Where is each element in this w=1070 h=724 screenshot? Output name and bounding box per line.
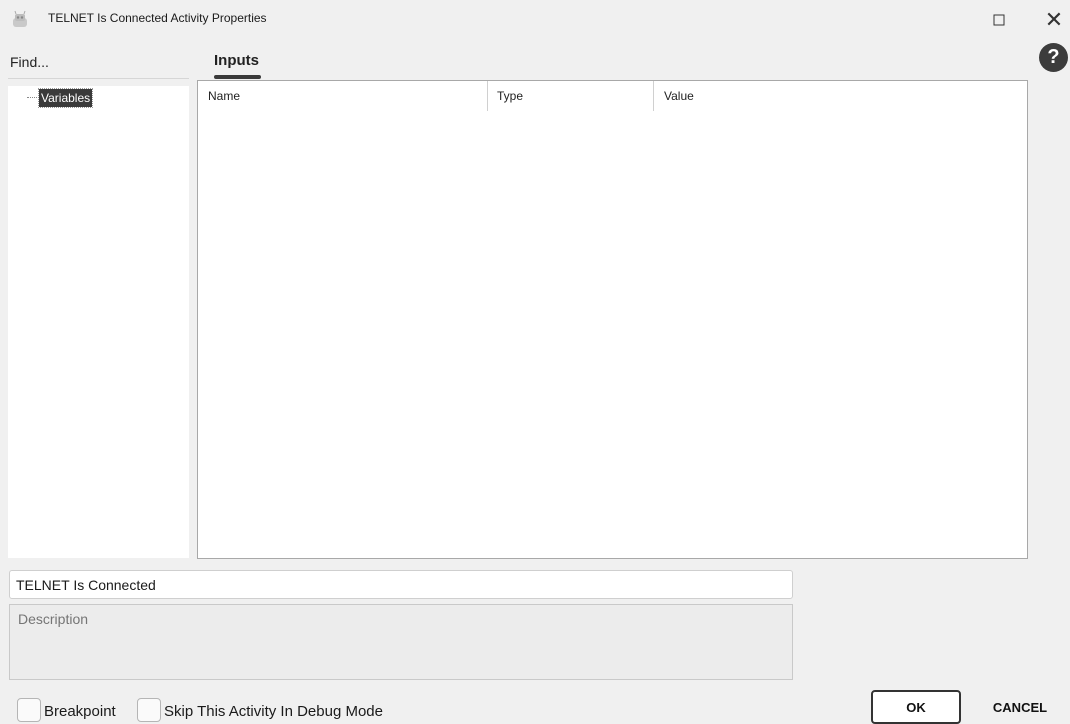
find-search-input[interactable]: Find... <box>10 54 49 70</box>
activity-name-field[interactable] <box>9 570 793 599</box>
description-field[interactable] <box>9 604 793 680</box>
find-underline <box>8 78 189 79</box>
column-header-name[interactable]: Name <box>208 89 240 103</box>
title-bar: TELNET Is Connected Activity Properties … <box>0 0 1070 40</box>
cancel-button[interactable]: CANCEL <box>975 690 1065 724</box>
ok-button[interactable]: OK <box>871 690 961 724</box>
skip-debug-label: Skip This Activity In Debug Mode <box>164 703 383 720</box>
window-title: TELNET Is Connected Activity Properties <box>48 11 267 25</box>
column-separator[interactable] <box>653 81 654 111</box>
tab-active-indicator <box>214 75 261 79</box>
robot-app-icon <box>10 9 30 29</box>
column-header-value[interactable]: Value <box>664 89 694 103</box>
close-icon[interactable]: ✕ <box>1040 7 1068 33</box>
column-header-type[interactable]: Type <box>497 89 523 103</box>
table-header <box>198 81 1027 112</box>
skip-debug-checkbox[interactable] <box>137 698 161 722</box>
inputs-table <box>197 80 1028 559</box>
variables-tree <box>8 86 189 558</box>
maximize-icon[interactable] <box>985 7 1013 33</box>
tab-inputs[interactable]: Inputs <box>214 52 259 69</box>
column-separator[interactable] <box>487 81 488 111</box>
breakpoint-checkbox[interactable] <box>17 698 41 722</box>
help-icon[interactable]: ? <box>1039 43 1068 72</box>
breakpoint-label: Breakpoint <box>44 703 116 720</box>
tree-connector <box>27 97 39 98</box>
tree-item-variables[interactable]: Variables <box>37 88 94 108</box>
